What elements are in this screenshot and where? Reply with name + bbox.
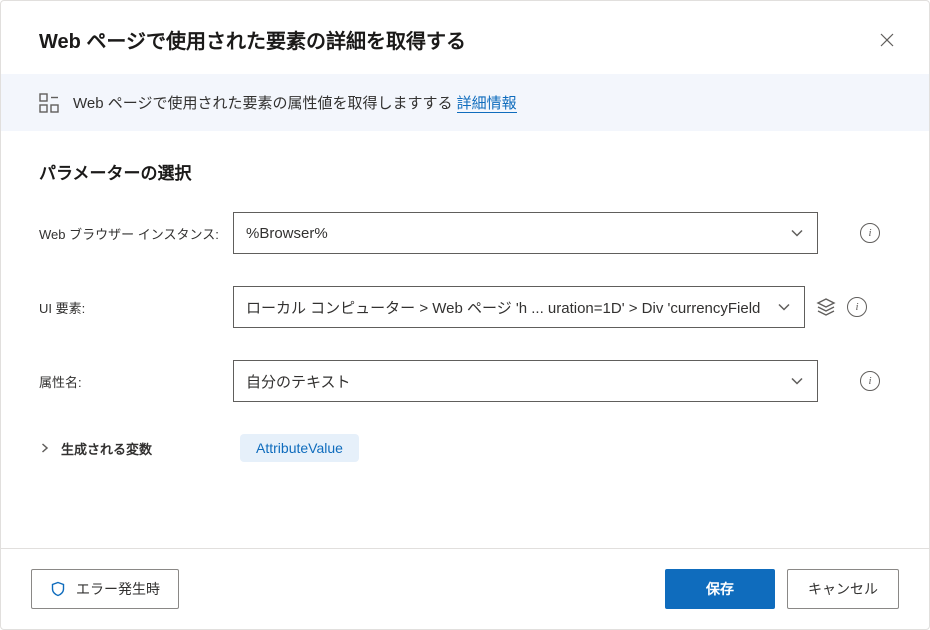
- chevron-down-icon: [789, 373, 805, 389]
- shield-icon: [50, 581, 66, 597]
- browser-instance-value: %Browser%: [246, 225, 328, 242]
- info-bar: Web ページで使用された要素の属性値を取得しますする 詳細情報: [1, 74, 929, 131]
- close-icon: [879, 32, 895, 48]
- dialog-content: パラメーターの選択 Web ブラウザー インスタンス: %Browser% i …: [1, 131, 929, 548]
- chevron-down-icon: [776, 299, 792, 315]
- ui-element-label: UI 要素:: [39, 298, 233, 317]
- attribute-name-info[interactable]: i: [860, 371, 880, 391]
- ui-element-row: UI 要素: ローカル コンピューター > Web ページ 'h ... ura…: [39, 286, 891, 328]
- attribute-name-select[interactable]: 自分のテキスト: [233, 360, 818, 402]
- browser-instance-label: Web ブラウザー インスタンス:: [39, 224, 233, 243]
- info-text: Web ページで使用された要素の属性値を取得しますする 詳細情報: [73, 92, 517, 113]
- close-button[interactable]: [875, 28, 899, 52]
- attribute-name-row: 属性名: 自分のテキスト i: [39, 360, 891, 402]
- info-text-content: Web ページで使用された要素の属性値を取得しますする: [73, 95, 457, 112]
- ui-element-picker-button[interactable]: [815, 296, 837, 318]
- on-error-label: エラー発生時: [76, 579, 160, 599]
- dialog-header: Web ページで使用された要素の詳細を取得する: [1, 1, 929, 74]
- browser-instance-select[interactable]: %Browser%: [233, 212, 818, 254]
- more-info-link[interactable]: 詳細情報: [457, 95, 517, 113]
- section-title: パラメーターの選択: [39, 159, 891, 184]
- ui-element-info[interactable]: i: [847, 297, 867, 317]
- generated-variables-toggle[interactable]: 生成される変数: [39, 439, 152, 458]
- chevron-right-icon: [39, 442, 51, 454]
- variable-chip[interactable]: AttributeValue: [240, 434, 359, 462]
- generated-variables-label: 生成される変数: [61, 439, 152, 458]
- layers-icon: [816, 297, 836, 317]
- browser-instance-row: Web ブラウザー インスタンス: %Browser% i: [39, 212, 891, 254]
- footer-actions: 保存 キャンセル: [665, 569, 899, 609]
- action-dialog: Web ページで使用された要素の詳細を取得する Web ページで使用された要素の…: [0, 0, 930, 630]
- ui-element-value: ローカル コンピューター > Web ページ 'h ... uration=1D…: [246, 297, 760, 318]
- dialog-footer: エラー発生時 保存 キャンセル: [1, 548, 929, 629]
- browser-instance-info[interactable]: i: [860, 223, 880, 243]
- ui-element-select[interactable]: ローカル コンピューター > Web ページ 'h ... uration=1D…: [233, 286, 805, 328]
- attribute-name-value: 自分のテキスト: [246, 371, 351, 392]
- attribute-name-label: 属性名:: [39, 372, 233, 391]
- web-element-icon: [39, 93, 59, 113]
- on-error-button[interactable]: エラー発生時: [31, 569, 179, 609]
- dialog-title: Web ページで使用された要素の詳細を取得する: [39, 25, 466, 54]
- save-button[interactable]: 保存: [665, 569, 775, 609]
- generated-variables-row: 生成される変数 AttributeValue: [39, 434, 891, 462]
- chevron-down-icon: [789, 225, 805, 241]
- cancel-button[interactable]: キャンセル: [787, 569, 899, 609]
